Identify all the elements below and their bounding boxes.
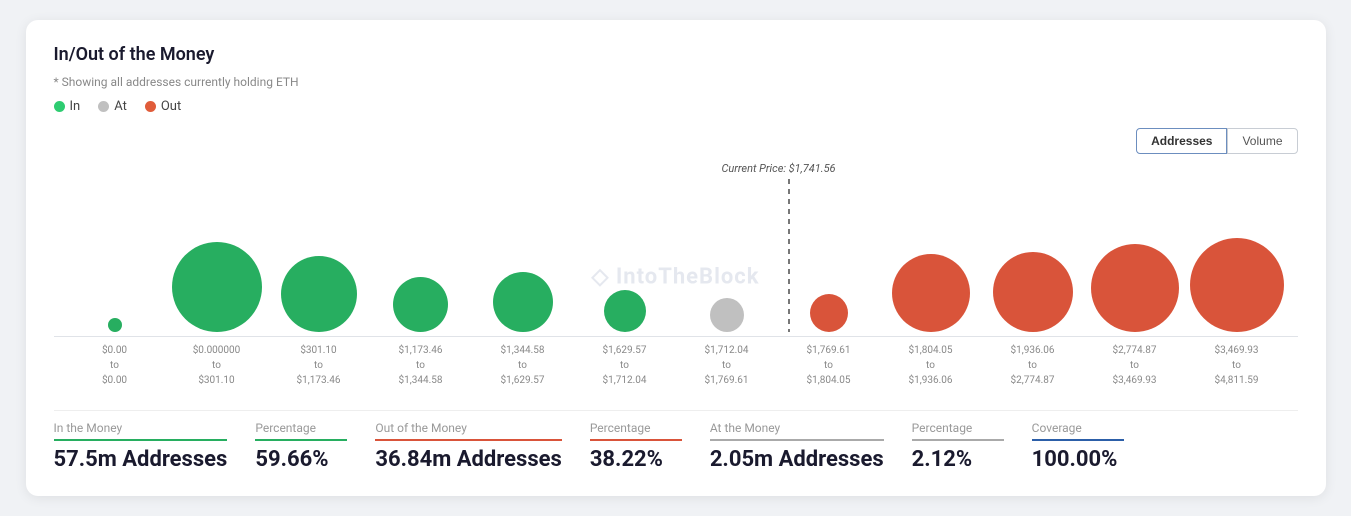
bubble-col-5 xyxy=(574,290,676,332)
stat-block-5: Percentage 2.12% xyxy=(912,421,1032,472)
bubble-col-0 xyxy=(64,318,166,332)
stat-label-6: Coverage xyxy=(1032,421,1124,435)
bubble-col-4 xyxy=(472,272,574,332)
bubble-col-8 xyxy=(880,254,982,332)
bubble-7 xyxy=(810,294,848,332)
bubble-9 xyxy=(993,252,1073,332)
stat-block-0: In the Money 57.5m Addresses xyxy=(54,421,256,472)
stat-value-1: 59.66% xyxy=(255,447,347,472)
stat-block-3: Percentage 38.22% xyxy=(590,421,710,472)
bubble-4 xyxy=(493,272,553,332)
legend-at: At xyxy=(98,99,127,114)
stat-value-6: 100.00% xyxy=(1032,447,1124,472)
stat-block-4: At the Money 2.05m Addresses xyxy=(710,421,912,472)
label-col-4: $1,344.58to$1,629.57 xyxy=(472,343,574,388)
bubble-col-7 xyxy=(778,294,880,332)
label-col-0: $0.00to$0.00 xyxy=(64,343,166,388)
stat-value-2: 36.84m Addresses xyxy=(375,447,561,472)
bubble-col-2 xyxy=(268,256,370,332)
toggle-buttons: Addresses Volume xyxy=(54,128,1298,154)
label-col-9: $1,936.06to$2,774.87 xyxy=(982,343,1084,388)
bubble-1 xyxy=(172,242,262,332)
stat-label-0: In the Money xyxy=(54,421,228,435)
legend-at-dot xyxy=(98,101,109,112)
stat-underline-5 xyxy=(912,439,1004,441)
stat-label-5: Percentage xyxy=(912,421,1004,435)
bubble-col-3 xyxy=(370,277,472,332)
label-col-10: $2,774.87to$3,469.93 xyxy=(1084,343,1186,388)
legend-in-dot xyxy=(54,101,65,112)
label-col-7: $1,769.61to$1,804.05 xyxy=(778,343,880,388)
stat-value-5: 2.12% xyxy=(912,447,1004,472)
bubble-5 xyxy=(604,290,646,332)
bubble-0 xyxy=(108,318,122,332)
legend-in-label: In xyxy=(70,99,81,114)
bubble-2 xyxy=(281,256,357,332)
subtitle: * Showing all addresses currently holdin… xyxy=(54,75,1298,89)
stat-value-3: 38.22% xyxy=(590,447,682,472)
bubble-10 xyxy=(1091,244,1179,332)
stat-value-4: 2.05m Addresses xyxy=(710,447,884,472)
labels-row: $0.00to$0.00$0.000000to$301.10$301.10to$… xyxy=(54,337,1298,388)
legend-out-dot xyxy=(145,101,156,112)
legend-out-label: Out xyxy=(161,99,181,114)
label-col-2: $301.10to$1,173.46 xyxy=(268,343,370,388)
stat-underline-4 xyxy=(710,439,884,441)
bubbles-row xyxy=(54,162,1298,332)
label-col-6: $1,712.04to$1,769.61 xyxy=(676,343,778,388)
card-title: In/Out of the Money xyxy=(54,44,1298,65)
card-container: In/Out of the Money * Showing all addres… xyxy=(26,20,1326,496)
label-col-3: $1,173.46to$1,344.58 xyxy=(370,343,472,388)
stat-block-6: Coverage 100.00% xyxy=(1032,421,1152,472)
bubble-11 xyxy=(1190,238,1284,332)
bubble-col-6 xyxy=(676,298,778,332)
bubble-6 xyxy=(710,298,744,332)
legend-out: Out xyxy=(145,99,181,114)
stat-underline-0 xyxy=(54,439,228,441)
bubble-3 xyxy=(393,277,448,332)
label-col-8: $1,804.05to$1,936.06 xyxy=(880,343,982,388)
stat-underline-3 xyxy=(590,439,682,441)
stat-block-1: Percentage 59.66% xyxy=(255,421,375,472)
stat-value-0: 57.5m Addresses xyxy=(54,447,228,472)
stat-label-3: Percentage xyxy=(590,421,682,435)
stat-label-4: At the Money xyxy=(710,421,884,435)
stat-underline-6 xyxy=(1032,439,1124,441)
label-col-1: $0.000000to$301.10 xyxy=(166,343,268,388)
legend-at-label: At xyxy=(114,99,127,114)
bubble-col-10 xyxy=(1084,244,1186,332)
bubble-col-11 xyxy=(1186,238,1288,332)
stat-label-1: Percentage xyxy=(255,421,347,435)
stats-row: In the Money 57.5m Addresses Percentage 59.… xyxy=(54,410,1298,472)
stat-label-2: Out of the Money xyxy=(375,421,561,435)
addresses-toggle[interactable]: Addresses xyxy=(1136,128,1227,154)
chart-area: ◇ IntoTheBlock Current Price: $1,741.56 … xyxy=(54,162,1298,392)
label-col-5: $1,629.57to$1,712.04 xyxy=(574,343,676,388)
legend: In At Out xyxy=(54,99,1298,114)
label-col-11: $3,469.93to$4,811.59 xyxy=(1186,343,1288,388)
stat-underline-2 xyxy=(375,439,561,441)
stat-block-2: Out of the Money 36.84m Addresses xyxy=(375,421,589,472)
bubble-col-1 xyxy=(166,242,268,332)
bubble-col-9 xyxy=(982,252,1084,332)
stat-underline-1 xyxy=(255,439,347,441)
legend-in: In xyxy=(54,99,81,114)
bubble-8 xyxy=(892,254,970,332)
volume-toggle[interactable]: Volume xyxy=(1227,128,1297,154)
